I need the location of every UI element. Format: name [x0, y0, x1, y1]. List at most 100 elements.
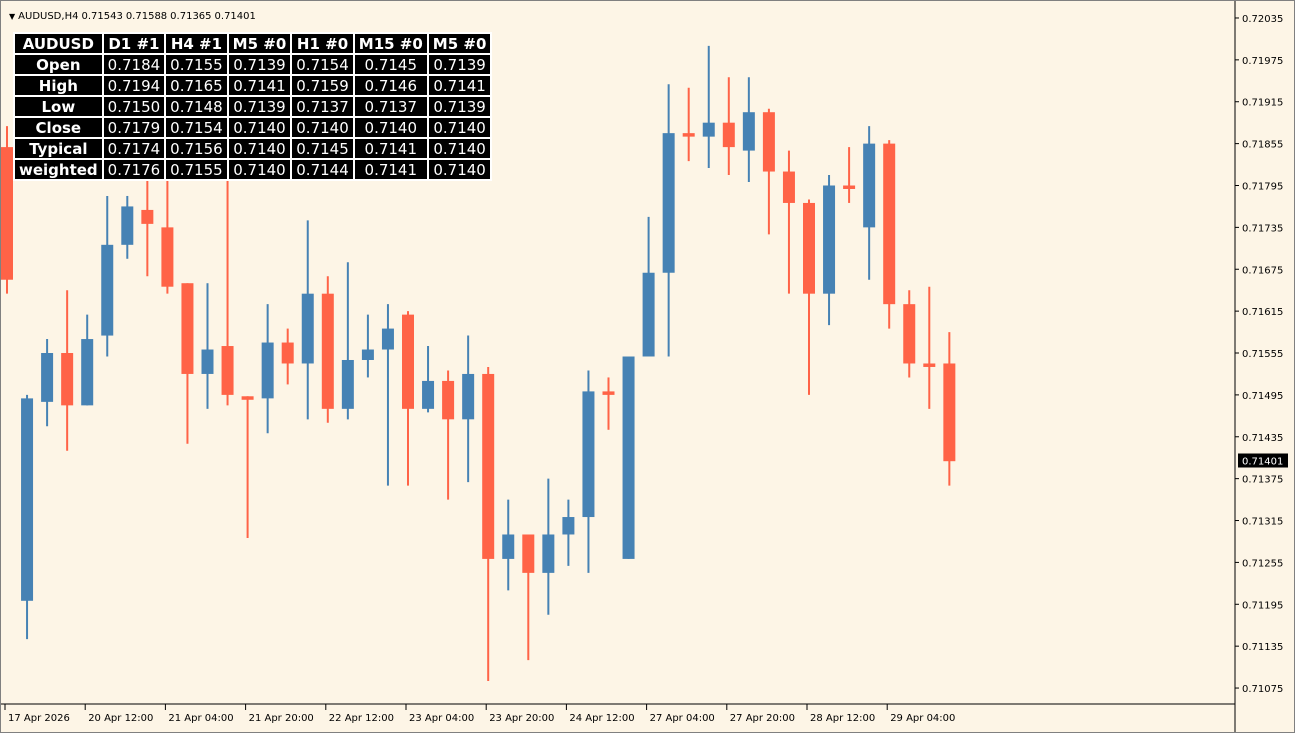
candle[interactable]	[682, 87, 695, 162]
candle-body	[41, 353, 54, 402]
candle[interactable]	[422, 346, 435, 413]
info-table-cell: 0.7155	[164, 158, 229, 181]
chart-header: ▼ AUDUSD,H4 0.71543 0.71588 0.71365 0.71…	[9, 9, 256, 23]
info-table-cell: 0.7140	[290, 116, 355, 139]
candle[interactable]	[602, 377, 615, 430]
candle[interactable]	[141, 175, 154, 277]
current-price-label: 0.71401	[1242, 456, 1283, 467]
candle[interactable]	[221, 147, 234, 406]
candle[interactable]	[402, 311, 414, 486]
info-table-cell: 0.7139	[426, 53, 493, 76]
candle[interactable]	[742, 77, 755, 183]
candle[interactable]	[903, 290, 916, 378]
candle-body	[943, 363, 956, 462]
info-table-cell: 0.7176	[101, 158, 167, 181]
candle-body	[341, 359, 354, 409]
candle-body	[141, 209, 154, 224]
candle[interactable]	[482, 366, 495, 682]
candle[interactable]	[782, 150, 795, 294]
candle[interactable]	[522, 534, 535, 661]
candle[interactable]	[662, 84, 675, 357]
info-table-cell: 0.7139	[226, 53, 293, 76]
info-table-header: D1 #1	[101, 32, 167, 55]
candle[interactable]	[863, 126, 876, 280]
candle[interactable]	[181, 283, 194, 444]
info-table-header: AUDUSD	[13, 32, 104, 55]
candle[interactable]	[281, 328, 294, 385]
candle[interactable]	[542, 478, 555, 615]
candle[interactable]	[642, 216, 655, 357]
info-table-cell: 0.7174	[101, 137, 167, 160]
candle[interactable]	[502, 499, 515, 591]
candle[interactable]	[261, 304, 274, 434]
info-table-cell: 0.7165	[164, 74, 229, 97]
candle[interactable]	[562, 499, 575, 566]
candle-body	[482, 373, 495, 559]
candle-body	[381, 328, 394, 350]
header-low: 0.71365	[170, 10, 212, 22]
info-table-cell: 0.7140	[226, 137, 293, 160]
candle[interactable]	[582, 370, 595, 573]
candle[interactable]	[702, 45, 715, 169]
info-table-cell: 0.7141	[226, 74, 293, 97]
candle[interactable]	[241, 396, 254, 538]
candle-body	[301, 293, 314, 364]
candle-body	[181, 283, 194, 374]
price-tick-label: 0.71315	[1242, 517, 1283, 528]
candle[interactable]	[622, 356, 635, 559]
price-tick-label: 0.71855	[1242, 140, 1283, 151]
time-tick-label: 27 Apr 20:00	[730, 713, 795, 724]
candle-body	[81, 339, 94, 406]
candle-body	[101, 244, 114, 336]
price-tick-label: 0.72035	[1242, 14, 1283, 25]
candle[interactable]	[61, 290, 74, 451]
candle[interactable]	[722, 77, 735, 176]
candle[interactable]	[361, 314, 374, 378]
info-table-cell: 0.7150	[101, 95, 167, 118]
candle-body	[602, 391, 615, 395]
candle[interactable]	[321, 276, 334, 423]
candle[interactable]	[943, 332, 956, 486]
candle[interactable]	[1, 126, 13, 294]
info-table-cell: 0.7137	[290, 95, 355, 118]
candle[interactable]	[161, 175, 174, 294]
info-table-cell: 0.7184	[101, 53, 167, 76]
time-tick-label: 21 Apr 20:00	[249, 713, 314, 724]
price-tick-label: 0.71075	[1242, 684, 1283, 695]
candle[interactable]	[341, 262, 354, 420]
dropdown-triangle-icon[interactable]: ▼	[9, 12, 15, 21]
candle[interactable]	[823, 175, 836, 326]
info-table-cell: 0.7139	[226, 95, 293, 118]
candle[interactable]	[442, 370, 455, 500]
candle-body	[722, 122, 735, 148]
candle-body	[883, 143, 896, 305]
candle[interactable]	[121, 195, 134, 259]
candle[interactable]	[462, 335, 475, 483]
time-tick-label: 23 Apr 20:00	[489, 713, 554, 724]
candle[interactable]	[41, 339, 54, 427]
candle[interactable]	[81, 314, 94, 406]
candle[interactable]	[883, 140, 896, 329]
candle[interactable]	[843, 147, 856, 203]
candle-body	[803, 202, 815, 294]
info-table-row-label: High	[13, 74, 104, 97]
candle[interactable]	[381, 304, 394, 486]
candle[interactable]	[21, 394, 34, 640]
info-table-cell: 0.7155	[164, 53, 229, 76]
candle[interactable]	[301, 220, 314, 420]
candle[interactable]	[923, 286, 936, 409]
candle-body	[61, 353, 74, 406]
candle[interactable]	[803, 199, 815, 395]
candle-body	[582, 391, 595, 518]
info-table-row: Typical 0.7174 0.7156 0.7140 0.7145 0.7141 0.7…	[13, 137, 493, 160]
price-tick-label: 0.71195	[1242, 600, 1283, 611]
info-table-cell: 0.7156	[164, 137, 229, 160]
candle[interactable]	[201, 283, 214, 409]
candle-body	[762, 112, 775, 172]
time-tick-label: 27 Apr 04:00	[650, 713, 715, 724]
candle[interactable]	[101, 195, 114, 357]
time-tick-label: 20 Apr 12:00	[88, 713, 153, 724]
chart-window[interactable]: 0.72035 0.71975 0.71915 0.71855 0.71795 0.717…	[0, 0, 1295, 733]
info-table-row: Open 0.7184 0.7155 0.7139 0.7154 0.7145 0.7139	[13, 53, 493, 76]
candle[interactable]	[762, 108, 775, 235]
